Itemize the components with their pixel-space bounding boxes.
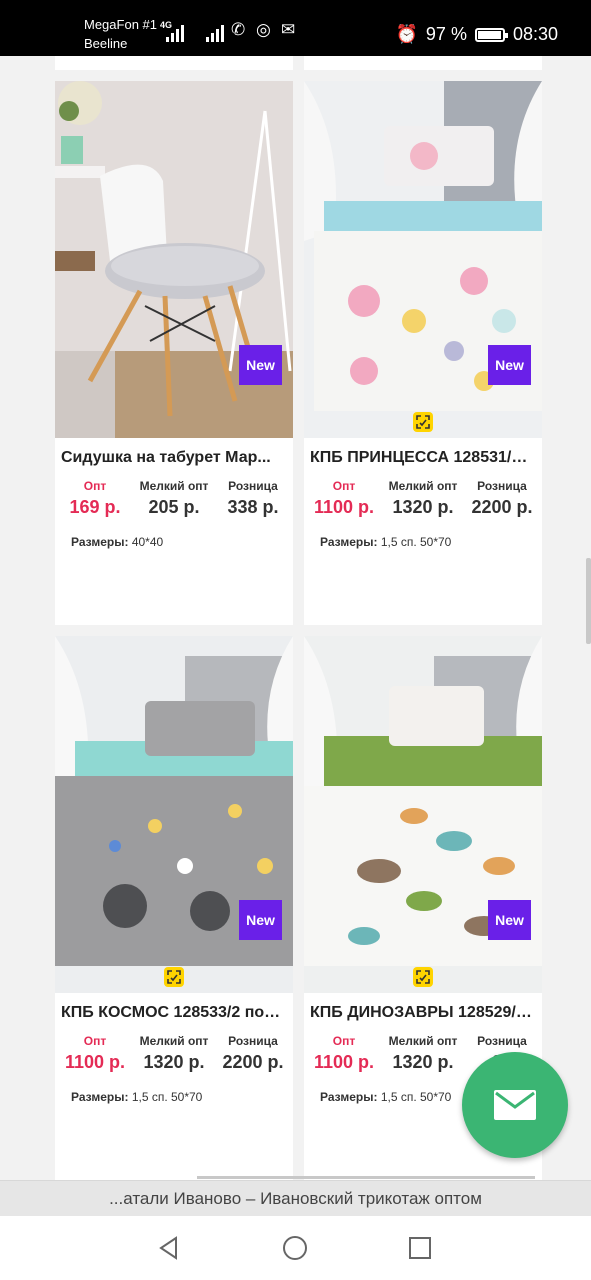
recent-apps-icon[interactable] [406,1234,434,1262]
price-wholesale: Опт 1100 р. [313,1034,375,1072]
product-grid: New Сидушка на табурет Мар... Опт 169 р.… [0,56,591,1180]
product-sizes: Размеры: 1,5 сп. 50*70 [320,1090,452,1104]
battery-icon [474,27,508,42]
product-image[interactable]: New [55,81,293,438]
product-title[interactable]: КПБ КОСМОС 128533/2 поп... [61,1004,287,1022]
product-title[interactable]: КПБ ДИНОЗАВРЫ 128529/1... [310,1004,536,1022]
price-retail: Розница 2200 р. [222,1034,284,1072]
signal-icon [166,22,184,42]
mail-settings-icon: ✉ [281,20,296,39]
product-image[interactable]: New [55,636,293,993]
operator-1: MegaFon #1 [84,17,157,32]
new-badge: New [239,345,282,385]
battery-percent: 97 % [425,24,467,44]
alarm-icon: ⏰ [395,24,418,44]
new-badge: New [488,345,531,385]
product-card[interactable]: New КПБ ПРИНЦЕССА 128531/1 ... Опт 1100 … [304,81,542,625]
product-title[interactable]: Сидушка на табурет Мар... [61,449,287,467]
home-icon[interactable] [281,1234,309,1262]
price-wholesale: Опт 1100 р. [64,1034,126,1072]
previous-card [304,56,542,70]
product-card[interactable]: New Сидушка на табурет Мар... Опт 169 р.… [55,81,293,625]
operator-2: Beeline [84,36,128,51]
page-url-text: ...атали Иваново – Ивановский трикотаж о… [109,1189,482,1208]
price-small-wholesale: Мелкий опт 1320 р. [388,1034,458,1072]
viber-icon: ✆ [231,20,246,39]
clock: 08:30 [512,24,558,44]
product-image[interactable]: New [304,81,542,438]
back-icon[interactable] [155,1234,183,1262]
price-small-wholesale: Мелкий опт 1320 р. [388,479,458,517]
vertical-scrollbar[interactable] [586,558,591,644]
product-sizes: Размеры: 1,5 сп. 50*70 [320,535,452,549]
price-retail: Розница 2200 р. [471,479,533,517]
price-small-wholesale: Мелкий опт 1320 р. [139,1034,209,1072]
previous-card [55,56,293,70]
price-retail: Розница 338 р. [227,479,279,517]
horizontal-scrollbar[interactable] [197,1176,535,1179]
signal-icon [206,22,224,42]
product-image[interactable]: New [304,636,542,993]
product-sizes: Размеры: 1,5 сп. 50*70 [71,1090,203,1104]
product-card[interactable]: New КПБ КОСМОС 128533/2 поп... Опт 1100 … [55,636,293,1180]
system-navigation-bar [0,1216,591,1280]
ar-view-icon[interactable] [413,412,433,432]
ar-view-icon[interactable] [413,967,433,987]
page-title-bar[interactable]: ...атали Иваново – Ивановский трикотаж о… [0,1180,591,1217]
messenger-icon: ◎ [256,20,271,39]
product-sizes: Размеры: 40*40 [71,535,164,549]
product-title[interactable]: КПБ ПРИНЦЕССА 128531/1 ... [310,449,536,467]
price-small-wholesale: Мелкий опт 205 р. [139,479,209,517]
status-bar: MegaFon #1 Beeline 4G ✆ ◎ ✉ ⏰ 97 % 08:30 [0,0,591,56]
ar-view-icon[interactable] [164,967,184,987]
message-button[interactable] [462,1052,568,1158]
new-badge: New [239,900,282,940]
new-badge: New [488,900,531,940]
price-wholesale: Опт 1100 р. [313,479,375,517]
mail-icon [494,1090,536,1120]
price-wholesale: Опт 169 р. [69,479,121,517]
